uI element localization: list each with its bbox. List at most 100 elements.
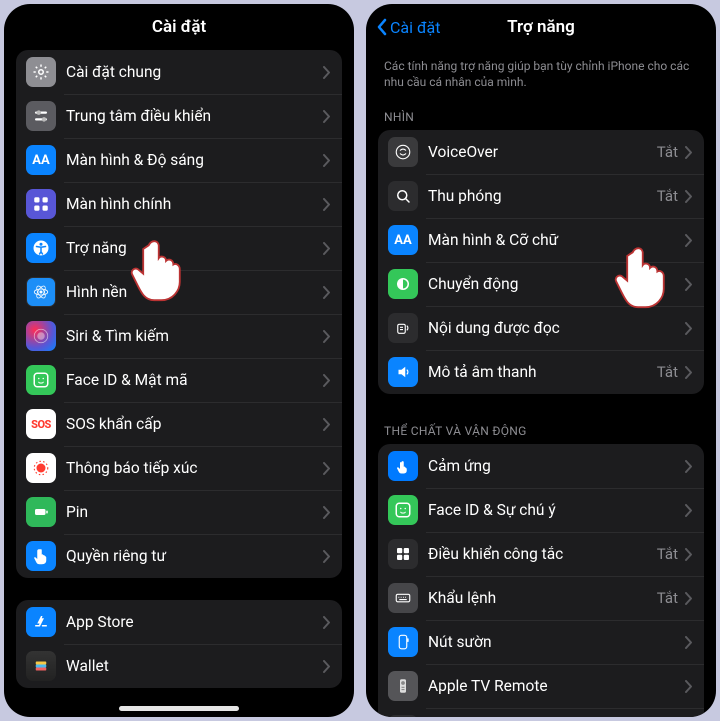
row-label: Khẩu lệnh [428, 589, 657, 607]
settings-list: Cài đặt chung Trung tâm điều khiển AA Mà… [4, 50, 354, 717]
audio-icon [388, 357, 418, 387]
header: Cài đặt [4, 4, 354, 50]
phone-settings: Cài đặt Cài đặt chung Trung tâm điều khi… [4, 4, 354, 717]
settings-row[interactable]: Cảm ứng [378, 444, 704, 488]
settings-row[interactable]: SOS SOS khẩn cấp [16, 402, 342, 446]
accessibility-icon [26, 233, 56, 263]
row-label: Pin [66, 503, 322, 521]
settings-row[interactable]: Điều khiển công tắc Tắt [378, 532, 704, 576]
settings-row[interactable]: AA Màn hình & Độ sáng [16, 138, 342, 182]
appstore-icon [26, 607, 56, 637]
row-label: Face ID & Sự chú ý [428, 501, 684, 519]
sliders-icon [26, 101, 56, 131]
settings-row[interactable]: Chuyển động [378, 262, 704, 306]
row-label: App Store [66, 613, 322, 631]
home-indicator[interactable] [119, 706, 239, 711]
settings-row[interactable]: Điều khiển con trỏ [378, 708, 704, 717]
row-label: Trung tâm điều khiển [66, 107, 322, 125]
row-label: Wallet [66, 657, 322, 675]
settings-row[interactable]: Face ID & Mật mã [16, 358, 342, 402]
settings-row[interactable]: Màn hình chính [16, 182, 342, 226]
row-label: Apple TV Remote [428, 677, 684, 695]
row-label: Mô tả âm thanh [428, 363, 657, 381]
settings-row[interactable]: Wallet [16, 644, 342, 688]
vision-group: VoiceOver Tắt Thu phóng Tắt AA Màn hình … [378, 130, 704, 394]
row-label: Trợ năng [66, 239, 322, 257]
sidebtn-icon [388, 627, 418, 657]
hand-icon [26, 541, 56, 571]
phone-accessibility: Cài đặt Trợ năng Các tính năng trợ năng … [366, 4, 716, 717]
row-label: Cảm ứng [428, 457, 684, 475]
page-description: Các tính năng trợ năng giúp bạn tùy chỉn… [378, 50, 704, 102]
spoken-icon [388, 313, 418, 343]
tvremote-icon [388, 671, 418, 701]
touch-icon [388, 451, 418, 481]
settings-row[interactable]: Quyền riêng tư [16, 534, 342, 578]
voiceover-icon [388, 137, 418, 167]
physical-group: Cảm ứng Face ID & Sự chú ý Điều khiển cô… [378, 444, 704, 717]
settings-row[interactable]: Mô tả âm thanh Tắt [378, 350, 704, 394]
grid-icon [26, 189, 56, 219]
row-label: Thông báo tiếp xúc [66, 459, 322, 477]
motion-icon [388, 269, 418, 299]
settings-row[interactable]: Trợ năng [16, 226, 342, 270]
row-label: Điều khiển công tắc [428, 545, 657, 563]
row-label: Nội dung được đọc [428, 319, 684, 337]
settings-row[interactable]: AA Màn hình & Cỡ chữ [378, 218, 704, 262]
switch-icon [388, 539, 418, 569]
siri-icon [26, 321, 56, 351]
zoom-icon [388, 181, 418, 211]
settings-row[interactable]: Cài đặt chung [16, 50, 342, 94]
row-label: Màn hình & Cỡ chữ [428, 231, 684, 249]
row-status: Tắt [657, 187, 678, 205]
settings-row[interactable]: Face ID & Sự chú ý [378, 488, 704, 532]
row-label: VoiceOver [428, 143, 657, 161]
pointer-icon [388, 715, 418, 717]
settings-row[interactable]: Nút sườn [378, 620, 704, 664]
row-status: Tắt [657, 363, 678, 381]
row-status: Tắt [657, 589, 678, 607]
faceid-icon [388, 495, 418, 525]
settings-row[interactable]: Hình nền [16, 270, 342, 314]
settings-row[interactable]: VoiceOver Tắt [378, 130, 704, 174]
accessibility-list: Các tính năng trợ năng giúp bạn tùy chỉn… [366, 50, 716, 717]
row-label: Cài đặt chung [66, 63, 322, 81]
row-label: Màn hình chính [66, 195, 322, 213]
page-title: Cài đặt [152, 17, 206, 37]
aa-icon: AA [388, 225, 418, 255]
row-label: Siri & Tìm kiếm [66, 327, 322, 345]
settings-row[interactable]: Pin [16, 490, 342, 534]
back-label: Cài đặt [390, 18, 440, 37]
row-label: Face ID & Mật mã [66, 371, 322, 389]
row-status: Tắt [657, 545, 678, 563]
sos-icon: SOS [26, 409, 56, 439]
keyboard-icon [388, 583, 418, 613]
settings-row[interactable]: Khẩu lệnh Tắt [378, 576, 704, 620]
page-title: Trợ năng [507, 17, 575, 37]
row-label: Thu phóng [428, 187, 657, 205]
settings-row[interactable]: Apple TV Remote [378, 664, 704, 708]
settings-row[interactable]: Thu phóng Tắt [378, 174, 704, 218]
row-status: Tắt [657, 143, 678, 161]
settings-row[interactable]: Siri & Tìm kiếm [16, 314, 342, 358]
faceid-icon [26, 365, 56, 395]
row-label: Màn hình & Độ sáng [66, 151, 322, 169]
wallet-icon [26, 651, 56, 681]
atom-icon [26, 277, 56, 307]
row-label: Hình nền [66, 283, 322, 301]
row-label: Chuyển động [428, 275, 684, 293]
section-label-physical: THỂ CHẤT VÀ VẬN ĐỘNG [378, 416, 704, 444]
row-label: SOS khẩn cấp [66, 415, 322, 433]
settings-row[interactable]: App Store [16, 600, 342, 644]
gear-icon [26, 57, 56, 87]
back-button[interactable]: Cài đặt [376, 18, 440, 37]
settings-row[interactable]: Nội dung được đọc [378, 306, 704, 350]
exposure-icon [26, 453, 56, 483]
settings-row[interactable]: Thông báo tiếp xúc [16, 446, 342, 490]
settings-row[interactable]: Trung tâm điều khiển [16, 94, 342, 138]
chevron-left-icon [376, 18, 388, 36]
settings-group-2: App Store Wallet [16, 600, 342, 688]
battery-icon [26, 497, 56, 527]
row-label: Nút sườn [428, 633, 684, 651]
row-label: Quyền riêng tư [66, 547, 322, 565]
